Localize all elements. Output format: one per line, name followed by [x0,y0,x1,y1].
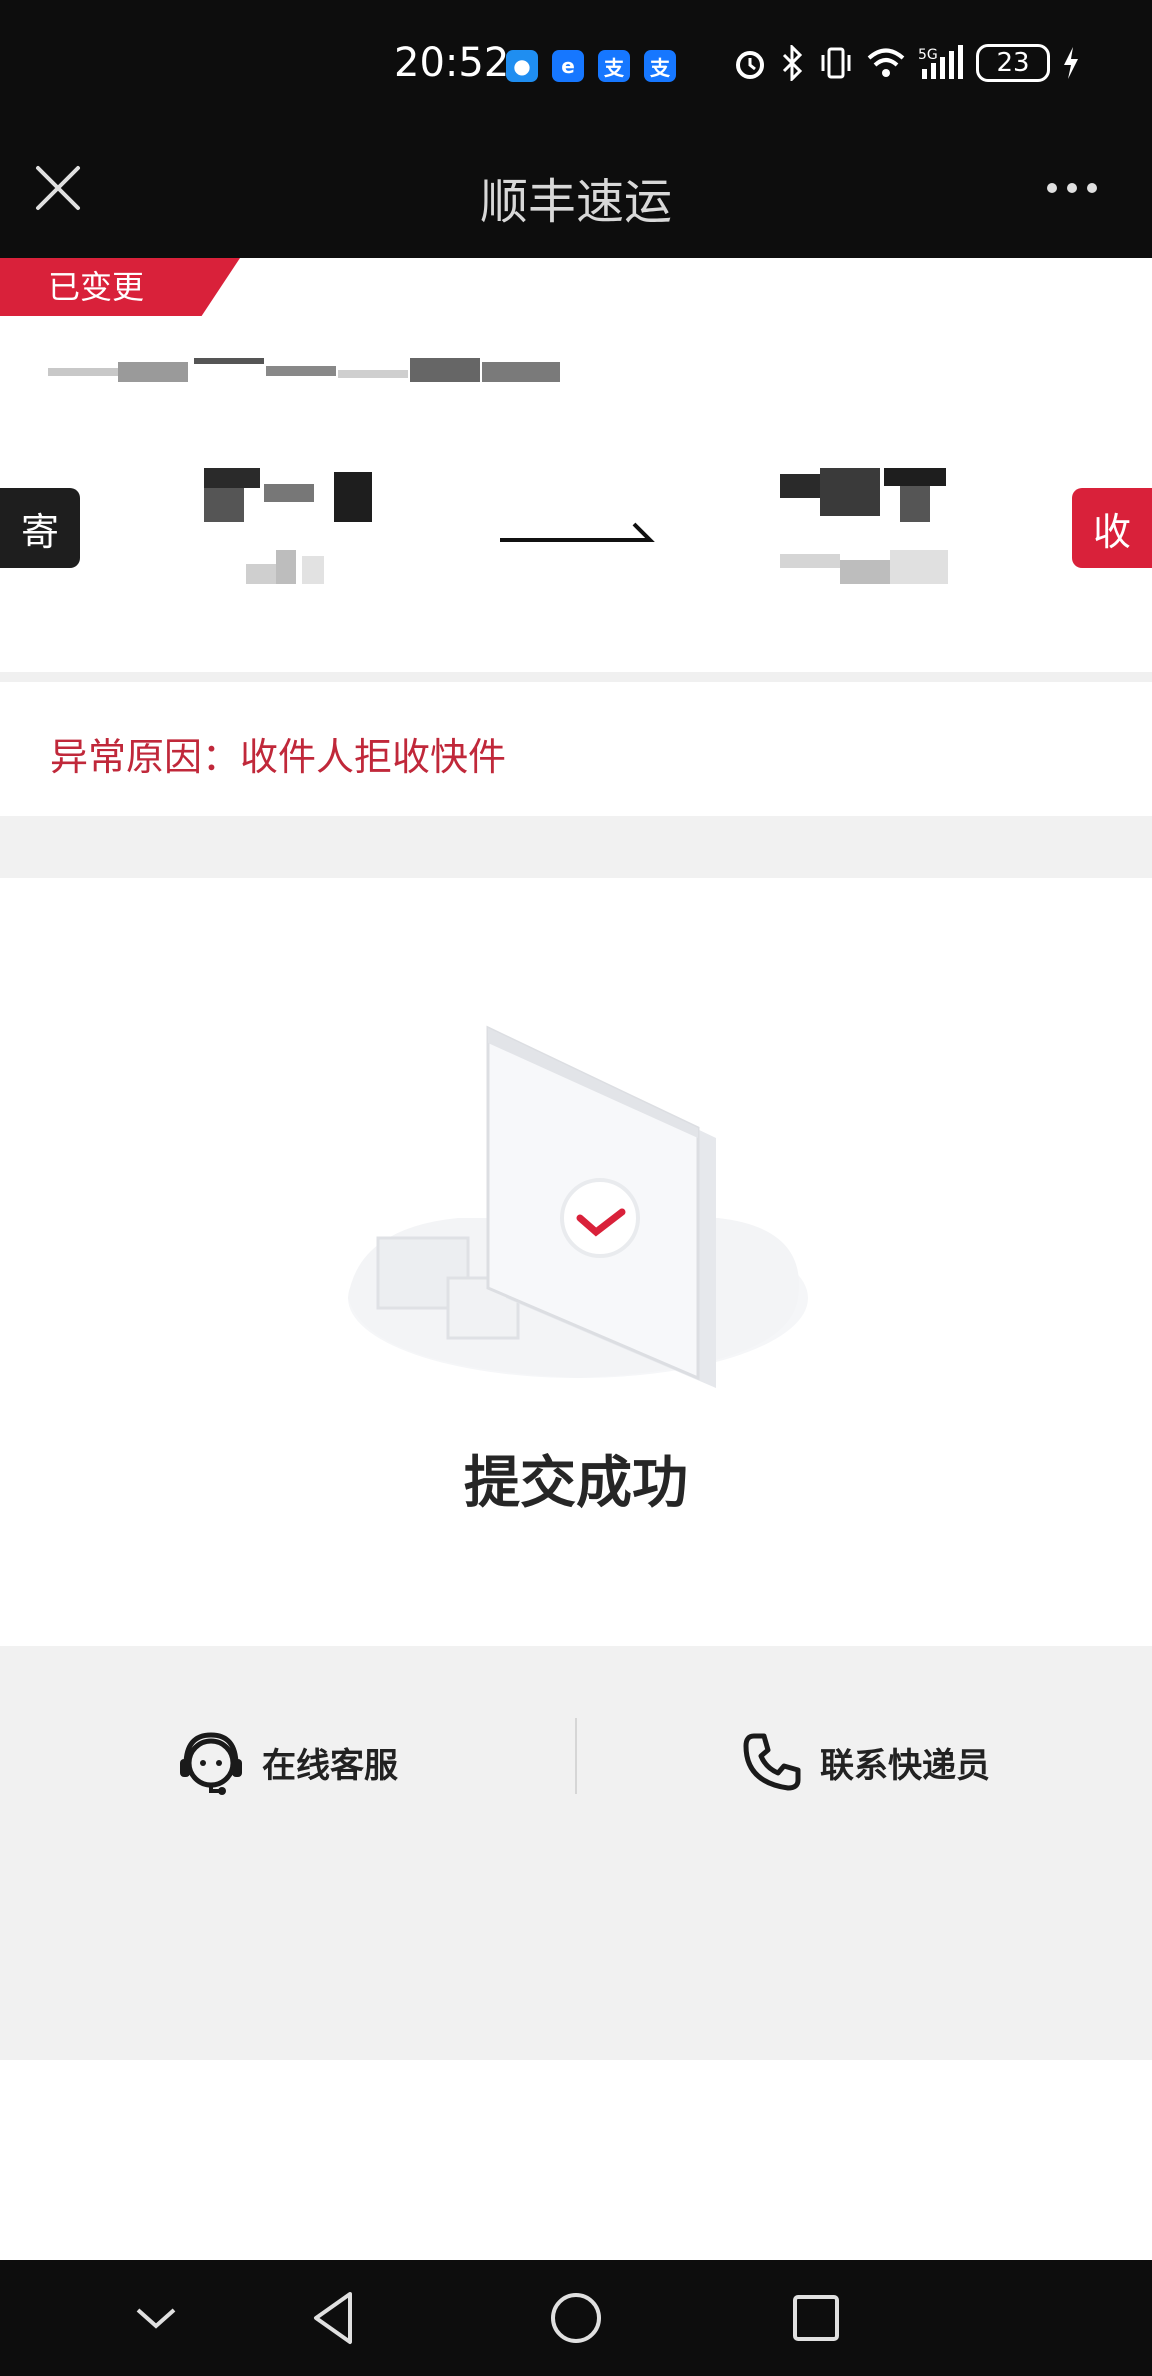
app-bar: 顺丰速运 [0,134,1152,258]
success-title: 提交成功 [464,1451,688,1516]
section-divider [0,672,1152,682]
contact-courier-button[interactable]: 联系快递员 [740,1722,990,1802]
contact-actions: 在线客服 联系快递员 [0,1646,1152,2060]
nav-back-button[interactable] [306,2288,366,2348]
bluetooth-icon [782,45,803,81]
alipay-icon: 支 [598,50,630,82]
nav-home-button[interactable] [546,2288,606,2348]
alarm-icon [736,51,764,79]
receiver-tag: 收 [1072,488,1152,568]
sender-tag: 寄 [0,488,80,568]
route-arrow-icon [500,522,655,542]
success-card: 提交成功 [0,878,1152,1646]
alipay-icon: 支 [644,50,676,82]
page-title: 顺丰速运 [479,174,672,230]
exception-reason-card: 异常原因：收件人拒收快件 [0,682,1152,816]
receiver-city-redacted [780,468,946,522]
notification-icons: ● e 支 支 [506,50,676,82]
battery-indicator: 23 [976,44,1050,82]
app-icon: e [552,50,584,82]
shipment-card: 已变更 寄 收 [0,258,1152,672]
sender-city-redacted [204,468,372,522]
nav-recents-button[interactable] [786,2288,846,2348]
online-service-label: 在线客服 [262,1745,398,1786]
exception-reason: 异常原因：收件人拒收快件 [50,735,507,779]
tracking-number-redacted [48,358,560,382]
nav-hide-button[interactable] [126,2288,186,2348]
message-icon: ● [506,50,538,82]
bottom-spacer [0,2060,1152,2260]
more-icon [1047,183,1097,193]
contact-courier-label: 联系快递员 [820,1745,990,1786]
section-gap [0,816,1152,878]
more-options-button[interactable] [1040,160,1104,216]
action-divider [575,1718,577,1794]
charging-icon [1064,47,1078,79]
system-nav-bar [0,2260,1152,2376]
system-icons: 5G 23 [732,44,1080,82]
receiver-district-redacted [780,550,948,584]
status-time: 20:52 [394,40,510,86]
sender-district-redacted [246,550,324,584]
wifi-icon [867,48,905,77]
svg-text:5G: 5G [918,47,938,63]
vibrate-icon [821,47,851,79]
phone-icon [743,1733,801,1791]
online-service-button[interactable]: 在线客服 [176,1722,398,1802]
status-badge: 已变更 [0,258,240,316]
success-illustration [348,1025,808,1388]
cellular-signal-icon: 5G [918,45,963,79]
status-bar: 20:52 ● e 支 支 5G 23 [0,0,1152,134]
headset-icon [180,1732,242,1795]
